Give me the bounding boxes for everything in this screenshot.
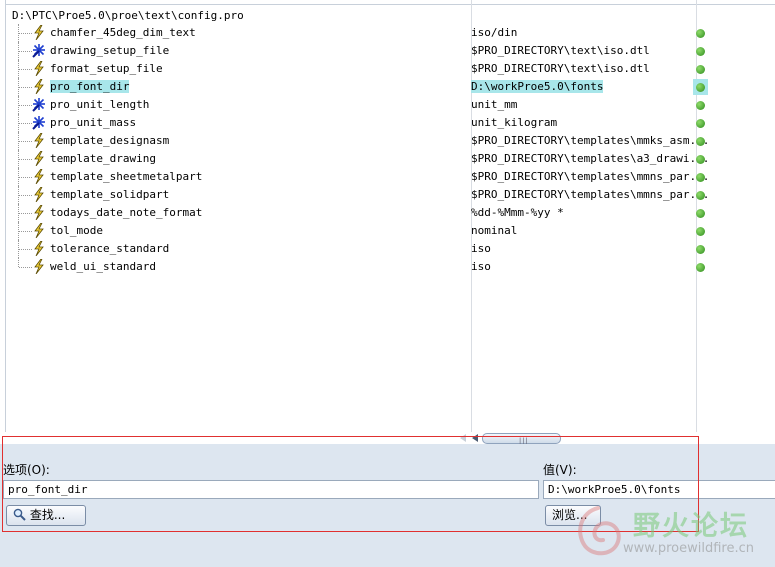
status-dot-icon (696, 155, 705, 164)
status-dot-icon (696, 83, 705, 92)
lightning-icon (32, 132, 46, 149)
tree-connector (19, 33, 32, 34)
tree-connector (19, 69, 32, 70)
config-option-row[interactable]: template_solidpart $PRO_DIRECTORY\templat… (6, 186, 775, 204)
status-dot-icon (696, 245, 705, 254)
option-value: $PRO_DIRECTORY\text\iso.dtl (471, 44, 650, 57)
lightning-icon (32, 24, 46, 41)
option-value: unit_mm (471, 98, 518, 111)
tree-connector (19, 195, 32, 196)
option-name: pro_unit_mass (50, 116, 137, 129)
lightning-icon (32, 168, 46, 185)
config-option-row[interactable]: template_designasm $PRO_DIRECTORY\templat… (6, 132, 775, 150)
config-option-row[interactable]: tolerance_standard iso (6, 240, 775, 258)
option-value: unit_kilogram (471, 116, 558, 129)
option-name: tol_mode (50, 224, 103, 237)
config-option-row[interactable]: template_drawing $PRO_DIRECTORY\templates… (6, 150, 775, 168)
option-name: template_solidpart (50, 188, 170, 201)
config-option-row[interactable]: pro_font_dir D:\workProe5.0\fonts (6, 78, 775, 96)
tree-connector (19, 231, 32, 232)
option-value: nominal (471, 224, 518, 237)
option-value: $PRO_DIRECTORY\templates\mmks_asm... (471, 134, 710, 147)
option-name: tolerance_standard (50, 242, 170, 255)
lightning-icon (32, 186, 46, 203)
config-file-path[interactable]: D:\PTC\Proe5.0\proe\text\config.pro (12, 9, 244, 22)
config-option-row[interactable]: pro_unit_mass unit_kilogram (6, 114, 775, 132)
lightning-icon (32, 60, 46, 77)
option-value: D:\workProe5.0\fonts (471, 80, 604, 93)
config-tree-pane[interactable]: D:\PTC\Proe5.0\proe\text\config.pro cham… (5, 0, 775, 432)
option-value: iso (471, 260, 491, 273)
tree-connector (19, 123, 32, 124)
watermark-logo-icon (578, 506, 621, 556)
option-name: template_drawing (50, 152, 156, 165)
tree-connector (18, 258, 19, 267)
tree-connector (19, 177, 32, 178)
status-dot-icon (696, 191, 705, 200)
option-value: $PRO_DIRECTORY\templates\mmns_par... (471, 188, 710, 201)
tree-connector (19, 249, 32, 250)
tree-connector (19, 141, 32, 142)
option-name: drawing_setup_file (50, 44, 170, 57)
option-value: $PRO_DIRECTORY\templates\mmns_par... (471, 170, 710, 183)
option-name: pro_unit_length (50, 98, 150, 111)
tree-connector (19, 87, 32, 88)
option-name: weld_ui_standard (50, 260, 156, 273)
config-option-row[interactable]: weld_ui_standard iso (6, 258, 775, 276)
option-name: chamfer_45deg_dim_text (50, 26, 196, 39)
tree-connector (19, 267, 32, 268)
option-name: format_setup_file (50, 62, 163, 75)
star-burst-icon (32, 43, 46, 58)
option-name: template_sheetmetalpart (50, 170, 203, 183)
watermark-name: 野火论坛 (633, 511, 749, 542)
status-dot-icon (696, 263, 705, 272)
lightning-icon (32, 222, 46, 239)
config-option-row[interactable]: format_setup_file $PRO_DIRECTORY\text\iso… (6, 60, 775, 78)
lightning-icon (32, 78, 46, 95)
option-value: $PRO_DIRECTORY\text\iso.dtl (471, 62, 650, 75)
status-dot-icon (696, 209, 705, 218)
lightning-icon (32, 204, 46, 221)
tree-connector (19, 105, 32, 106)
status-dot-icon (696, 227, 705, 236)
lightning-icon (32, 150, 46, 167)
status-dot-icon (696, 65, 705, 74)
option-value: %dd-%Mmm-%yy * (471, 206, 564, 219)
tree-connector (19, 213, 32, 214)
status-dot-icon (696, 137, 705, 146)
status-dot-icon (696, 29, 705, 38)
watermark: 野火论坛 www.proewildfire.cn (565, 498, 775, 567)
star-burst-icon (32, 115, 46, 130)
option-value: iso/din (471, 26, 518, 39)
config-option-row[interactable]: tol_mode nominal (6, 222, 775, 240)
config-option-row[interactable]: template_sheetmetalpart $PRO_DIRECTORY\te… (6, 168, 775, 186)
status-dot-icon (696, 173, 705, 182)
lightning-icon (32, 258, 46, 275)
config-option-row[interactable]: todays_date_note_format %dd-%Mmm-%yy * (6, 204, 775, 222)
option-name: pro_font_dir (50, 80, 130, 93)
header-divider (6, 0, 775, 5)
option-value: $PRO_DIRECTORY\templates\a3_drawi... (471, 152, 710, 165)
star-burst-icon (32, 97, 46, 112)
lightning-icon (32, 240, 46, 257)
status-dot-icon (696, 47, 705, 56)
config-option-row[interactable]: drawing_setup_file $PRO_DIRECTORY\text\is… (6, 42, 775, 60)
option-name: todays_date_note_format (50, 206, 203, 219)
tree-connector (19, 51, 32, 52)
tree-connector (19, 159, 32, 160)
status-dot-icon (696, 101, 705, 110)
config-option-row[interactable]: chamfer_45deg_dim_text iso/din (6, 24, 775, 42)
option-name: template_designasm (50, 134, 170, 147)
config-option-row[interactable]: pro_unit_length unit_mm (6, 96, 775, 114)
watermark-url: www.proewildfire.cn (623, 541, 754, 556)
status-dot-icon (696, 119, 705, 128)
option-value: iso (471, 242, 491, 255)
